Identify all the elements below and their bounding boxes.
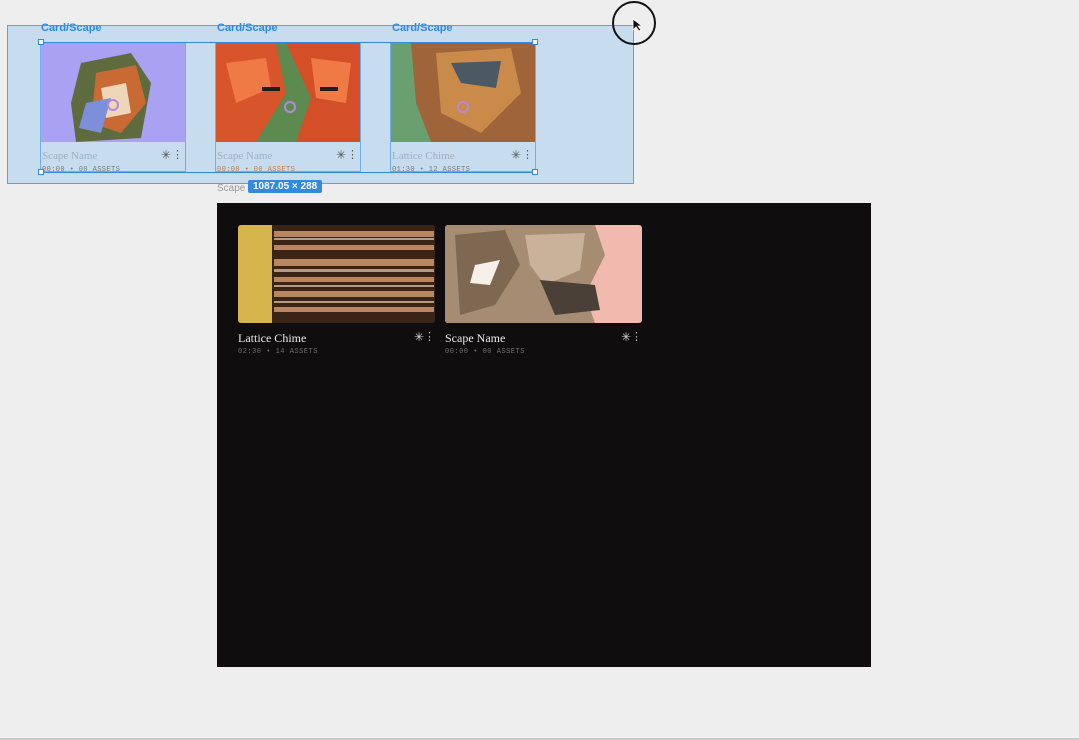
frame-label-card-scape-1[interactable]: Card/Scape bbox=[41, 22, 102, 34]
more-vertical-icon[interactable]: ⋮ bbox=[347, 148, 358, 161]
asterisk-icon[interactable]: ✳ bbox=[336, 148, 346, 162]
striped-gold-thumbnail bbox=[238, 225, 435, 323]
abstract-red-thumbnail bbox=[216, 43, 360, 142]
frame-label-card-scape-3[interactable]: Card/Scape bbox=[392, 22, 453, 34]
resize-handle-bottom-left[interactable] bbox=[38, 169, 44, 175]
abstract-purple-thumbnail bbox=[41, 43, 185, 142]
scape-card-1[interactable]: Lattice Chime 02:30 • 14 ASSETS ✳ ⋮ bbox=[238, 225, 435, 356]
card-scape-2[interactable]: Scape Name 00:00 • 00 ASSETS ✳ ⋮ bbox=[215, 42, 361, 174]
selection-edge-top bbox=[41, 42, 535, 43]
resize-handle-top-left[interactable] bbox=[38, 39, 44, 45]
asterisk-icon[interactable]: ✳ bbox=[511, 148, 521, 162]
more-vertical-icon[interactable]: ⋮ bbox=[172, 148, 183, 161]
card-scape-3[interactable]: Lattice Chime 01:30 • 12 ASSETS ✳ ⋮ bbox=[390, 42, 536, 174]
frame-name-label[interactable]: Scape bbox=[217, 183, 245, 194]
card-scape-1[interactable]: Scape Name 00:00 • 00 ASSETS ✳ ⋮ bbox=[40, 42, 186, 174]
asterisk-icon[interactable]: ✳ bbox=[621, 330, 631, 344]
more-vertical-icon[interactable]: ⋮ bbox=[631, 330, 642, 343]
resize-handle-bottom-right[interactable] bbox=[532, 169, 538, 175]
asterisk-icon[interactable]: ✳ bbox=[161, 148, 171, 162]
selection-edge-bottom bbox=[41, 172, 535, 173]
cursor-arrow-icon bbox=[632, 18, 644, 32]
more-vertical-icon[interactable]: ⋮ bbox=[424, 330, 435, 343]
abstract-tan-thumbnail bbox=[445, 225, 642, 323]
resize-handle-top-right[interactable] bbox=[532, 39, 538, 45]
abstract-green-thumbnail bbox=[391, 43, 535, 142]
card-title: Scape Name bbox=[217, 150, 273, 162]
scape-card-2[interactable]: Scape Name 00:00 • 00 ASSETS ✳ ⋮ bbox=[445, 225, 642, 356]
card-title: Lattice Chime bbox=[392, 150, 455, 162]
selection-size-badge: 1087.05 × 288 bbox=[248, 180, 323, 193]
card-meta: 00:00 • 00 ASSETS bbox=[445, 348, 525, 356]
card-meta: 02:30 • 14 ASSETS bbox=[238, 348, 318, 356]
card-title: Scape Name bbox=[445, 331, 506, 345]
asterisk-icon[interactable]: ✳ bbox=[414, 330, 424, 344]
frame-label-card-scape-2[interactable]: Card/Scape bbox=[217, 22, 278, 34]
card-title: Lattice Chime bbox=[238, 331, 307, 345]
more-vertical-icon[interactable]: ⋮ bbox=[522, 148, 533, 161]
card-title: Scape Name bbox=[42, 150, 98, 162]
scape-frame[interactable]: Lattice Chime 02:30 • 14 ASSETS ✳ ⋮ Scap… bbox=[217, 203, 871, 667]
